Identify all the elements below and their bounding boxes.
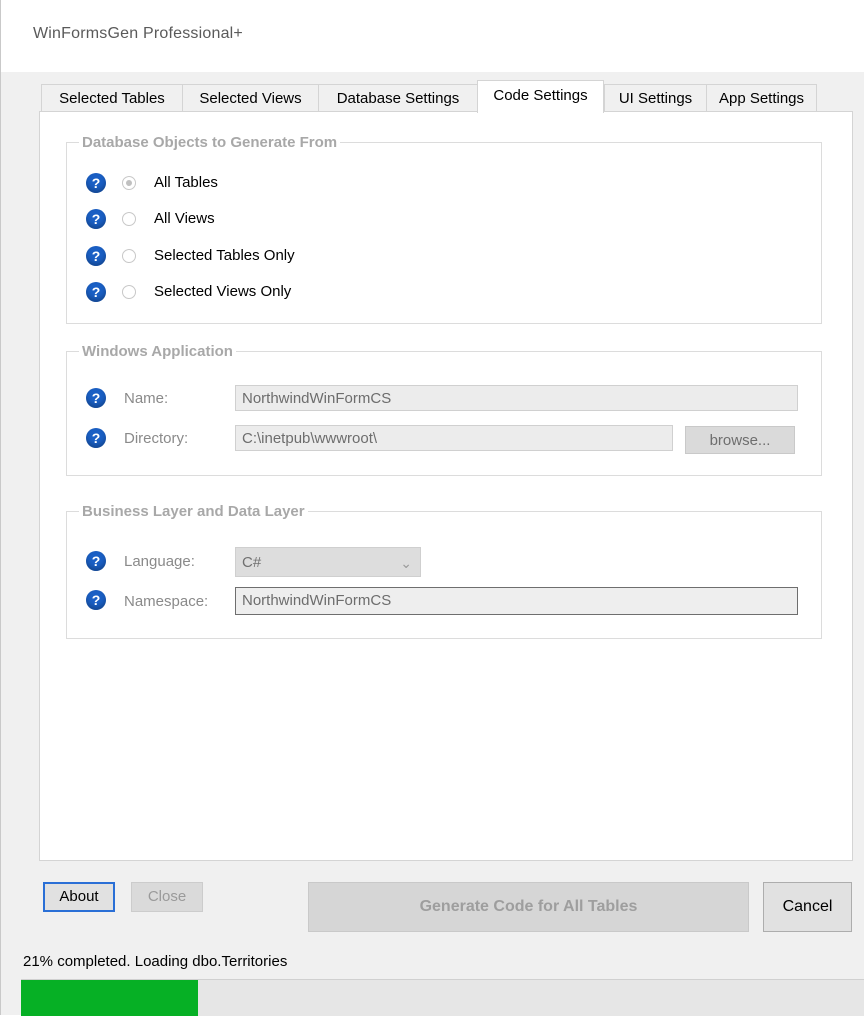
language-select[interactable]: C# ⌄: [235, 547, 421, 577]
windows-app-legend: Windows Application: [82, 343, 233, 360]
tab-app-settings[interactable]: App Settings: [706, 84, 817, 112]
language-label: Language:: [124, 553, 195, 570]
tab-code-settings[interactable]: Code Settings: [477, 80, 604, 113]
tab-selected-tables[interactable]: Selected Tables: [41, 84, 183, 112]
tab-ui-settings[interactable]: UI Settings: [604, 84, 707, 112]
language-value: C#: [242, 554, 262, 571]
selected-views-only-label: Selected Views Only: [154, 283, 292, 300]
radio-all-views[interactable]: [122, 212, 136, 226]
business-layer-group: Business Layer and Data Layer: [66, 503, 822, 639]
help-icon[interactable]: ?: [86, 590, 106, 610]
namespace-label: Namespace:: [124, 593, 209, 610]
radio-selected-dot: [126, 180, 132, 186]
help-icon[interactable]: ?: [86, 428, 106, 448]
generate-code-button[interactable]: Generate Code for All Tables: [308, 882, 749, 932]
tab-selected-views[interactable]: Selected Views: [182, 84, 319, 112]
cancel-button[interactable]: Cancel: [763, 882, 852, 932]
progress-fill: [21, 980, 199, 1016]
selected-tables-only-label: Selected Tables Only: [154, 247, 295, 264]
namespace-input[interactable]: NorthwindWinFormCS: [235, 587, 798, 615]
help-icon[interactable]: ?: [86, 246, 106, 266]
close-button[interactable]: Close: [131, 882, 203, 912]
help-icon[interactable]: ?: [86, 282, 106, 302]
help-icon[interactable]: ?: [86, 551, 106, 571]
db-objects-legend: Database Objects to Generate From: [82, 134, 338, 151]
window-title: WinFormsGen Professional+: [33, 25, 243, 42]
browse-button[interactable]: browse...: [685, 426, 795, 454]
name-input[interactable]: NorthwindWinFormCS: [235, 385, 798, 411]
tab-database-settings[interactable]: Database Settings: [318, 84, 478, 112]
help-icon[interactable]: ?: [86, 209, 106, 229]
help-icon[interactable]: ?: [86, 388, 106, 408]
code-settings-panel: Database Objects to Generate From ? All …: [39, 111, 853, 861]
radio-all-tables[interactable]: [122, 176, 136, 190]
name-label: Name:: [124, 390, 169, 407]
radio-selected-tables-only[interactable]: [122, 249, 136, 263]
business-layer-legend: Business Layer and Data Layer: [82, 503, 305, 520]
all-tables-label: All Tables: [154, 174, 218, 191]
radio-selected-views-only[interactable]: [122, 285, 136, 299]
help-icon[interactable]: ?: [86, 173, 106, 193]
directory-label: Directory:: [124, 430, 189, 447]
title-bar: WinFormsGen Professional+: [1, 0, 864, 72]
all-views-label: All Views: [154, 210, 215, 227]
progress-bar: [21, 979, 864, 1016]
directory-input[interactable]: C:\inetpub\wwwroot\: [235, 425, 673, 451]
about-button[interactable]: About: [43, 882, 115, 912]
main-window: WinFormsGen Professional+ Selected Table…: [0, 0, 864, 1016]
chevron-down-icon: ⌄: [400, 555, 412, 571]
status-text: 21% completed. Loading dbo.Territories: [23, 953, 288, 970]
